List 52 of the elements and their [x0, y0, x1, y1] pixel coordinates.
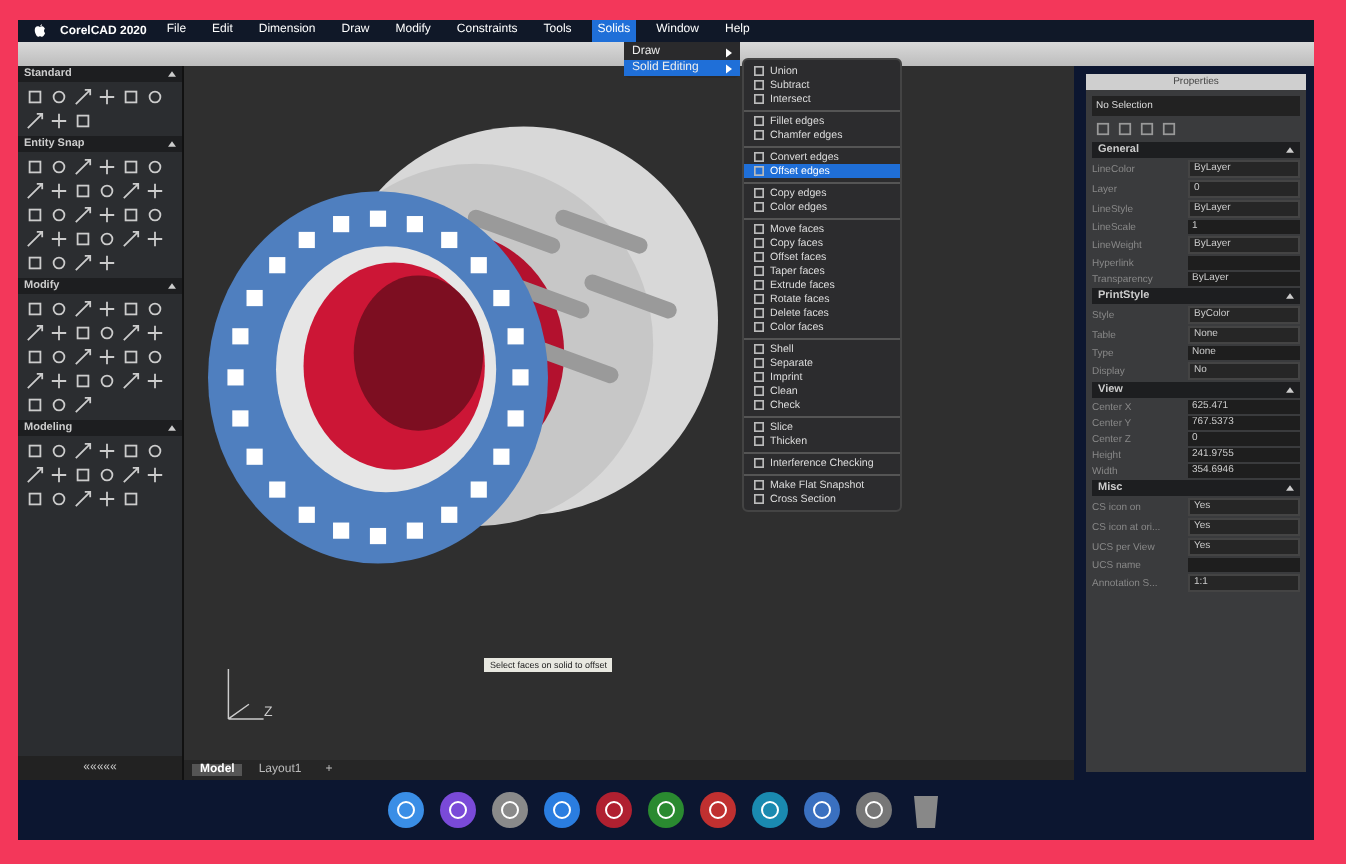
tool-icon[interactable] [74, 88, 92, 106]
tool-icon[interactable] [146, 182, 164, 200]
tool-icon[interactable] [26, 324, 44, 342]
tool-icon[interactable] [26, 230, 44, 248]
tool-icon[interactable] [74, 396, 92, 414]
tool-icon[interactable] [122, 230, 140, 248]
tool-icon[interactable] [98, 88, 116, 106]
tool-icon[interactable] [74, 206, 92, 224]
tool-icon[interactable] [74, 254, 92, 272]
collapse-icon[interactable] [1286, 146, 1294, 154]
collapse-icon[interactable] [168, 424, 176, 432]
tool-icon[interactable] [74, 348, 92, 366]
tool-icon[interactable] [50, 324, 68, 342]
collapse-icon[interactable] [1286, 292, 1294, 300]
tool-icon[interactable] [50, 112, 68, 130]
tool-icon[interactable] [146, 230, 164, 248]
tool-icon[interactable] [50, 466, 68, 484]
tool-icon[interactable] [26, 182, 44, 200]
tool-icon[interactable] [98, 254, 116, 272]
collapse-icon[interactable] [168, 140, 176, 148]
tool-icon[interactable] [50, 182, 68, 200]
tool-icon [754, 458, 764, 468]
tool-icon[interactable] [98, 442, 116, 460]
tool-icon[interactable] [122, 182, 140, 200]
collapse-icon[interactable] [168, 282, 176, 290]
property-field[interactable] [1188, 256, 1300, 270]
tool-icon[interactable] [74, 442, 92, 460]
tool-icon[interactable] [98, 300, 116, 318]
tool-icon[interactable] [98, 348, 116, 366]
tool-icon[interactable] [146, 324, 164, 342]
tool-icon[interactable] [74, 300, 92, 318]
tool-icon[interactable] [74, 490, 92, 508]
collapse-icon[interactable] [1286, 484, 1294, 492]
tool-icon[interactable] [122, 466, 140, 484]
property-field[interactable] [1188, 558, 1300, 572]
tool-icon[interactable] [50, 372, 68, 390]
tool-icon[interactable] [98, 206, 116, 224]
ucs-axes-icon [224, 664, 268, 724]
tool-icon[interactable] [26, 372, 44, 390]
tool-icon[interactable] [122, 324, 140, 342]
tool-icon[interactable] [146, 466, 164, 484]
tool-icon[interactable] [146, 372, 164, 390]
collapse-icon[interactable] [1286, 386, 1294, 394]
tool-icon[interactable] [98, 158, 116, 176]
tool-icon[interactable] [122, 372, 140, 390]
tool-icon[interactable] [74, 158, 92, 176]
tool-icon[interactable] [50, 230, 68, 248]
tool-icon[interactable] [26, 466, 44, 484]
collapse-icon[interactable] [168, 70, 176, 78]
apple-icon[interactable] [34, 24, 46, 38]
tool-icon[interactable] [26, 112, 44, 130]
tool-icon[interactable] [98, 490, 116, 508]
